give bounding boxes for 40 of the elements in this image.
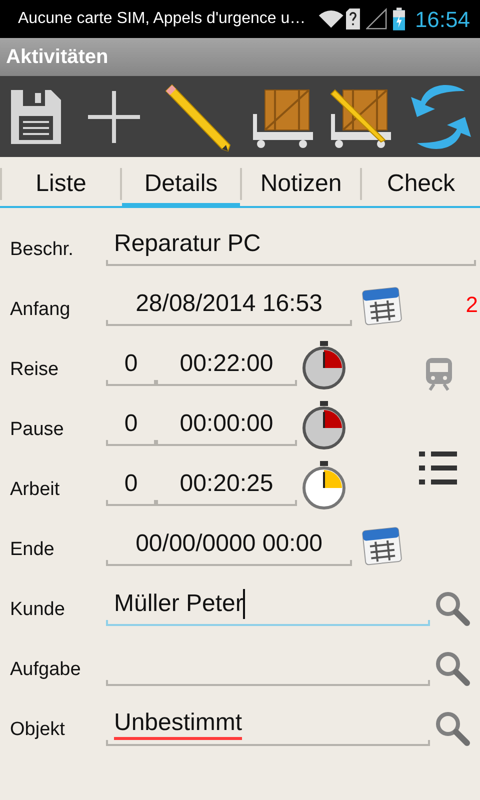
input-field[interactable]: 00:00:00 [156,398,297,450]
wifi-icon [318,8,344,30]
tab[interactable]: Liste [2,160,120,208]
search-icon[interactable] [434,650,470,686]
search-icon[interactable] [434,710,470,746]
field-label: Reise [9,358,60,382]
tab[interactable]: Details [122,160,240,208]
clock-time: 16:54 [414,6,470,34]
signal-icon [366,7,387,31]
count-label: 2 [466,290,478,318]
input-field[interactable]: Unbestimmt [106,698,430,750]
stopwatch-icon[interactable] [301,400,347,450]
tab[interactable]: Notizen [242,160,360,208]
search-icon[interactable] [434,590,470,626]
input-field[interactable]: Reparatur PC [106,218,476,270]
field-label: Arbeit [9,478,61,502]
field-label: Aufgabe [9,658,82,682]
input-field[interactable]: 00/00/0000 00:00 [106,518,352,570]
field-label: Pause [9,418,65,442]
sim-card-icon [346,7,360,31]
battery-icon [392,6,405,32]
input-field[interactable]: 0 [106,398,156,450]
list-icon[interactable] [419,451,457,485]
field-label: Anfang [9,298,72,322]
input-field[interactable]: 0 [106,458,156,510]
field-label: Objekt [9,718,66,742]
input-field[interactable]: 28/08/2014 16:53 [106,278,352,330]
field-label: Beschr. [9,238,74,262]
input-field[interactable]: 00:20:25 [156,458,297,510]
stopwatch-icon[interactable] [301,340,347,390]
stopwatch-icon[interactable] [301,460,347,510]
notification-text: Aucune carte SIM, Appels d'urgence u… [18,9,306,29]
field-label: Ende [9,538,56,562]
plus-icon [86,88,142,144]
window-title: Aktivitäten [6,45,108,70]
input-field[interactable]: 0 [106,338,156,390]
tab[interactable]: Check [362,160,480,208]
field-label: Kunde [9,598,66,622]
input-field[interactable]: 00:22:00 [156,338,297,390]
input-field[interactable]: Müller Peter [106,578,430,630]
